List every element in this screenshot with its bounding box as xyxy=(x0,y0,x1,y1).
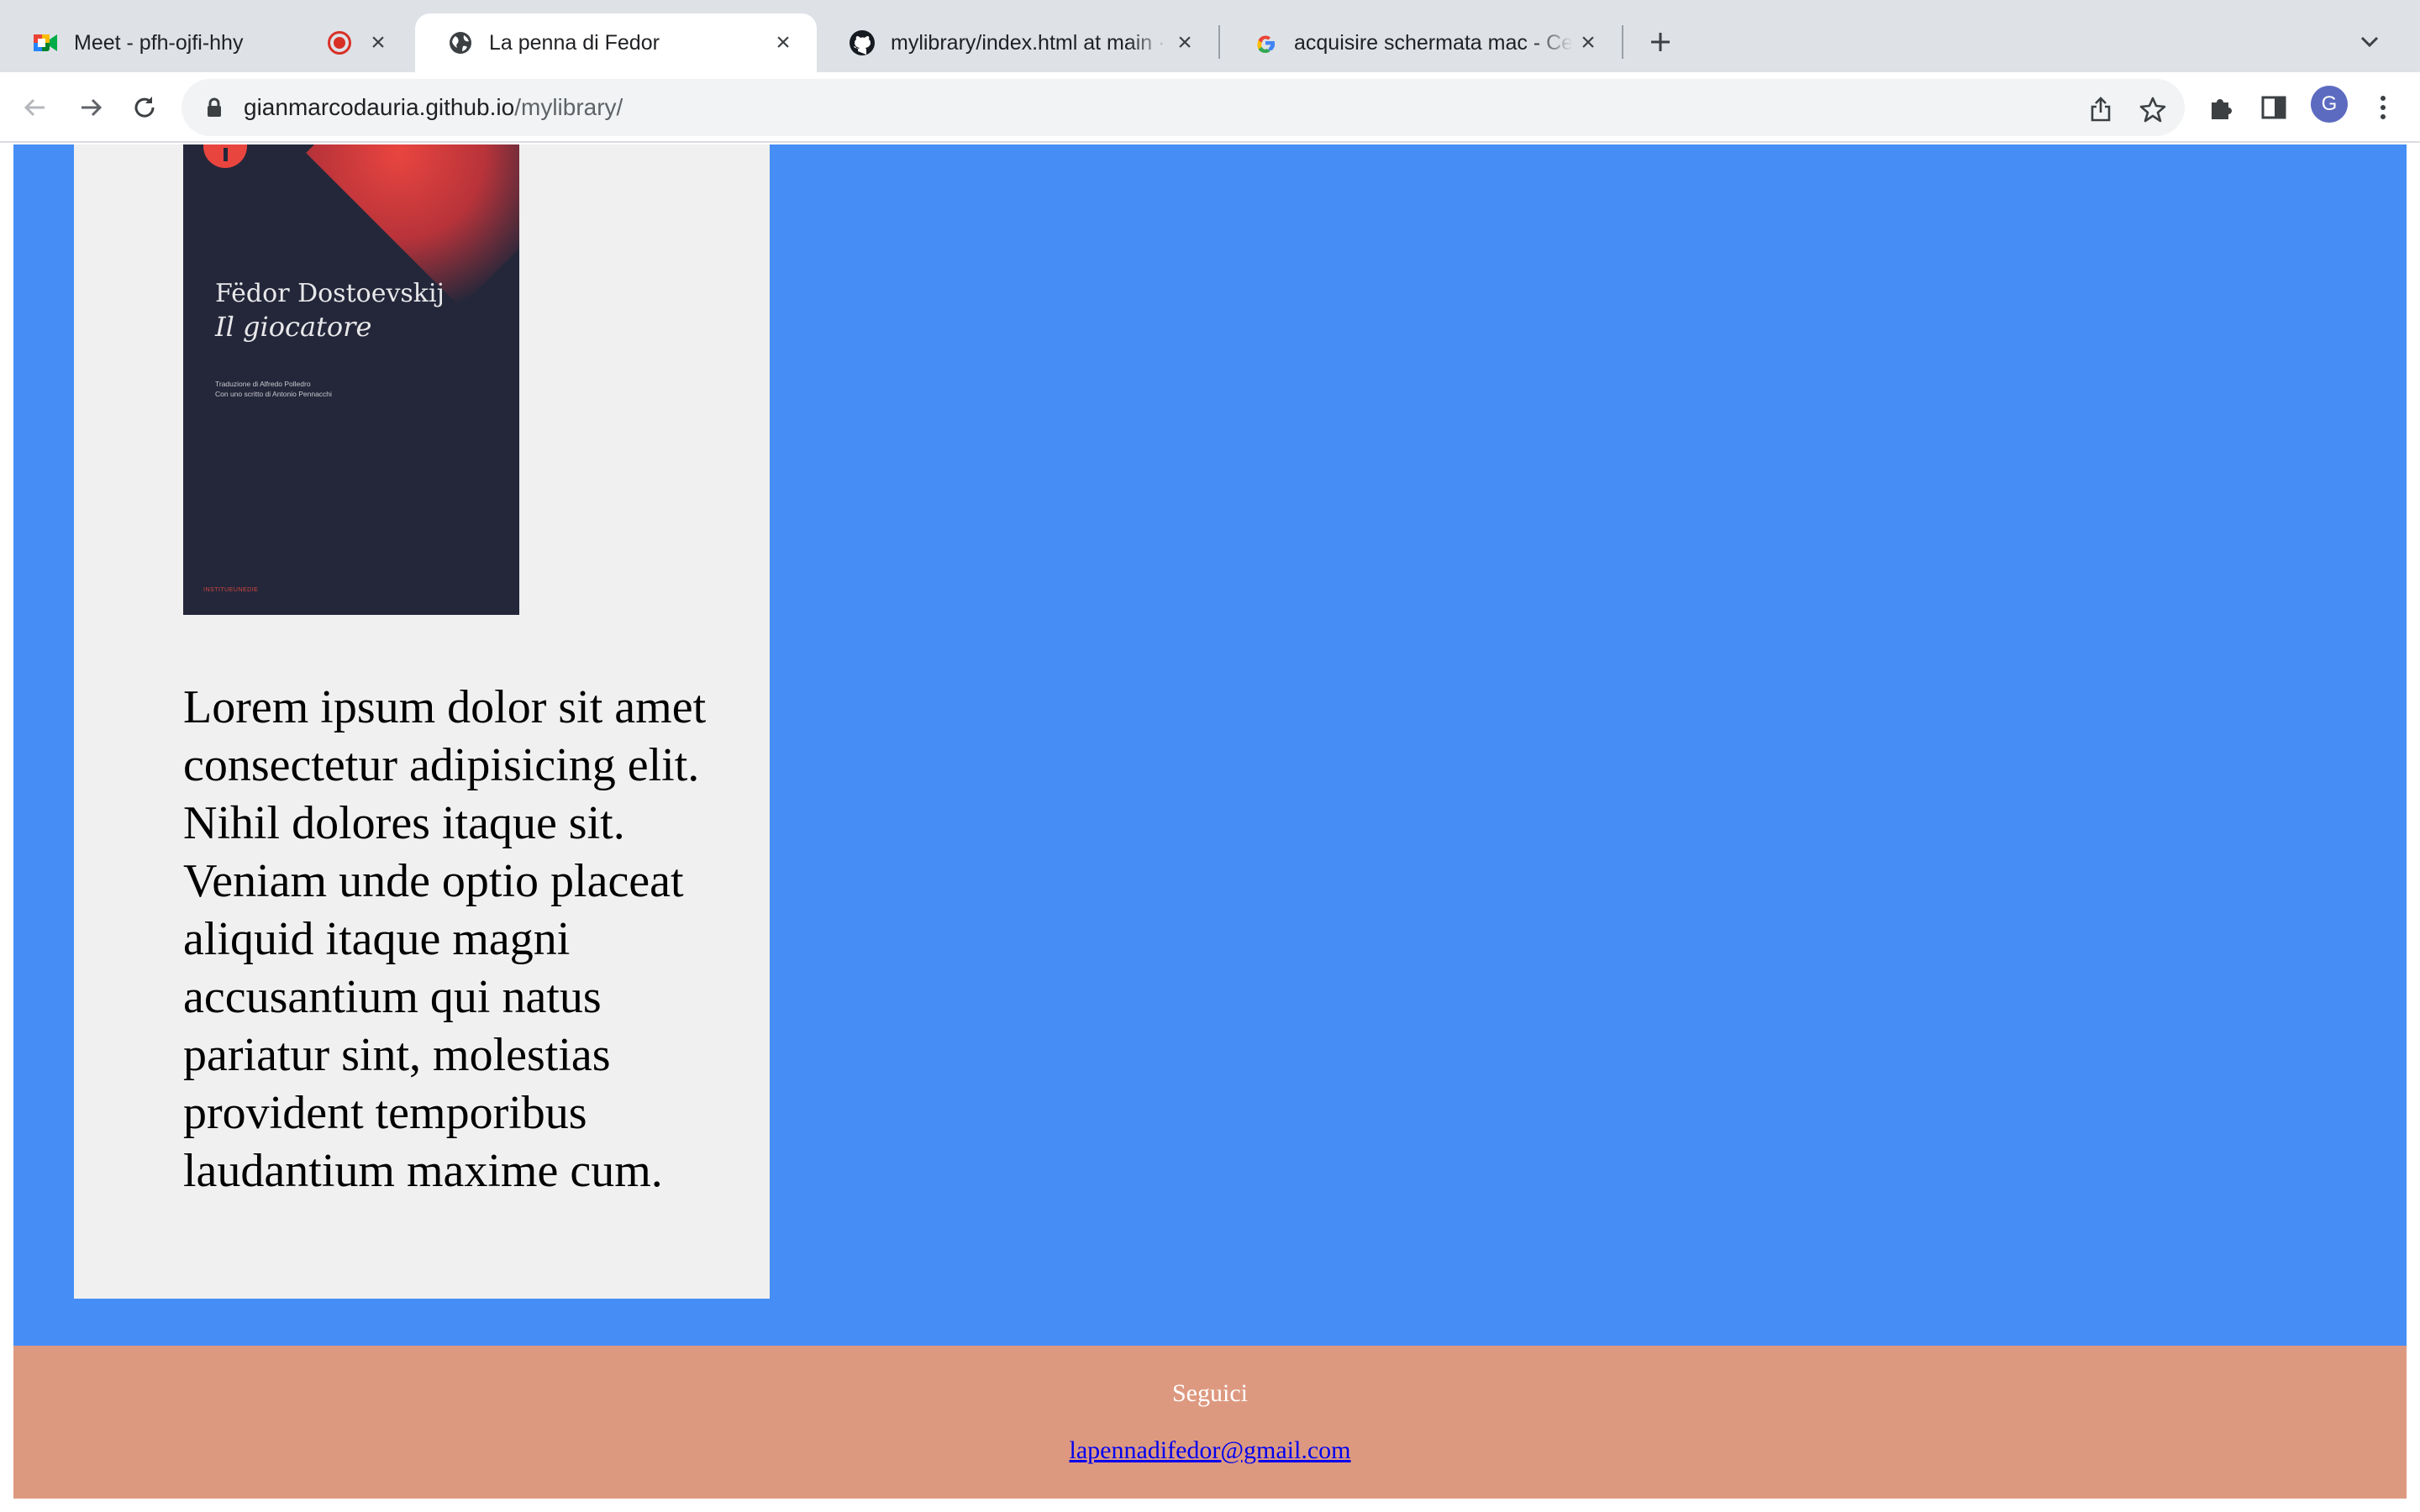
book-title: Il giocatore xyxy=(215,311,372,343)
forward-button[interactable] xyxy=(71,87,111,128)
tab-title: acquisire schermata mac - Cer xyxy=(1294,30,1573,55)
page-viewport: Fëdor Dostoevskij Il giocatore Traduzion… xyxy=(0,144,2420,1512)
side-panel-icon[interactable] xyxy=(2255,89,2292,126)
page-footer: Seguici lapennadifedor@gmail.com xyxy=(13,1346,2407,1499)
book-author: Fëdor Dostoevskij xyxy=(215,279,445,308)
close-tab-icon[interactable]: × xyxy=(1573,28,1603,58)
url-path: /mylibrary/ xyxy=(514,94,623,120)
url-host: gianmarcodauria.github.io xyxy=(244,94,515,120)
plus-icon xyxy=(1651,33,1670,51)
tab-strip: Meet - pfh-ojfi-hhy × La penna di Fedor … xyxy=(0,0,2420,72)
address-bar[interactable]: gianmarcodauria.github.io/mylibrary/ xyxy=(182,79,2185,136)
new-tab-button[interactable] xyxy=(1642,24,1679,60)
tab-meet[interactable]: Meet - pfh-ojfi-hhy × xyxy=(0,13,412,72)
more-options-icon[interactable] xyxy=(2365,89,2402,126)
email-link[interactable]: lapennadifedor@gmail.com xyxy=(13,1436,2407,1465)
chevron-down-icon xyxy=(2360,36,2379,48)
book-cover-image[interactable]: Fëdor Dostoevskij Il giocatore Traduzion… xyxy=(183,144,519,615)
book-introduction-credit: Con uno scritto di Antonio Pennacchi xyxy=(215,390,332,398)
bookmark-star-icon[interactable] xyxy=(2136,92,2170,126)
tab-separator xyxy=(1622,25,1623,59)
book-publisher: INSTITUEUNEDIE xyxy=(203,587,259,593)
profile-avatar[interactable]: G xyxy=(2311,86,2348,123)
tab-google-search[interactable]: acquisire schermata mac - Cer × xyxy=(1220,13,1622,72)
github-icon xyxy=(849,29,876,56)
share-icon[interactable] xyxy=(2084,92,2118,126)
reload-button[interactable] xyxy=(124,87,165,128)
reload-icon xyxy=(134,97,155,118)
back-button[interactable] xyxy=(15,87,55,128)
tab-search-button[interactable] xyxy=(2353,25,2386,59)
tab-title: Meet - pfh-ojfi-hhy xyxy=(74,30,244,55)
url-text[interactable]: gianmarcodauria.github.io/mylibrary/ xyxy=(244,94,623,121)
browser-toolbar: gianmarcodauria.github.io/mylibrary/ xyxy=(0,72,2420,143)
publisher-badge-icon xyxy=(203,144,247,168)
book-card: Fëdor Dostoevskij Il giocatore Traduzion… xyxy=(74,144,770,1299)
tab-title: La penna di Fedor xyxy=(489,30,660,55)
globe-icon xyxy=(447,29,474,56)
arrow-left-icon xyxy=(24,98,45,117)
google-meet-icon xyxy=(32,29,59,56)
follow-us-label: Seguici xyxy=(1172,1379,1248,1407)
tab-title: mylibrary/index.html at main · xyxy=(891,30,1165,55)
arrow-right-icon xyxy=(82,98,103,117)
close-tab-icon[interactable]: × xyxy=(768,28,798,58)
book-translator: Traduzione di Alfredo Polledro xyxy=(215,380,311,388)
lock-icon[interactable] xyxy=(202,95,227,120)
extensions-puzzle-icon[interactable] xyxy=(2202,89,2238,126)
tab-la-penna-di-fedor[interactable]: La penna di Fedor × xyxy=(415,13,817,72)
google-icon xyxy=(1252,29,1279,56)
recording-indicator-icon xyxy=(328,31,351,55)
main-section: Fëdor Dostoevskij Il giocatore Traduzion… xyxy=(13,144,2407,1346)
close-tab-icon[interactable]: × xyxy=(363,28,393,58)
book-description: Lorem ipsum dolor sit amet consectetur a… xyxy=(183,681,707,1197)
tab-github[interactable]: mylibrary/index.html at main · × xyxy=(817,13,1218,72)
close-tab-icon[interactable]: × xyxy=(1170,28,1200,58)
